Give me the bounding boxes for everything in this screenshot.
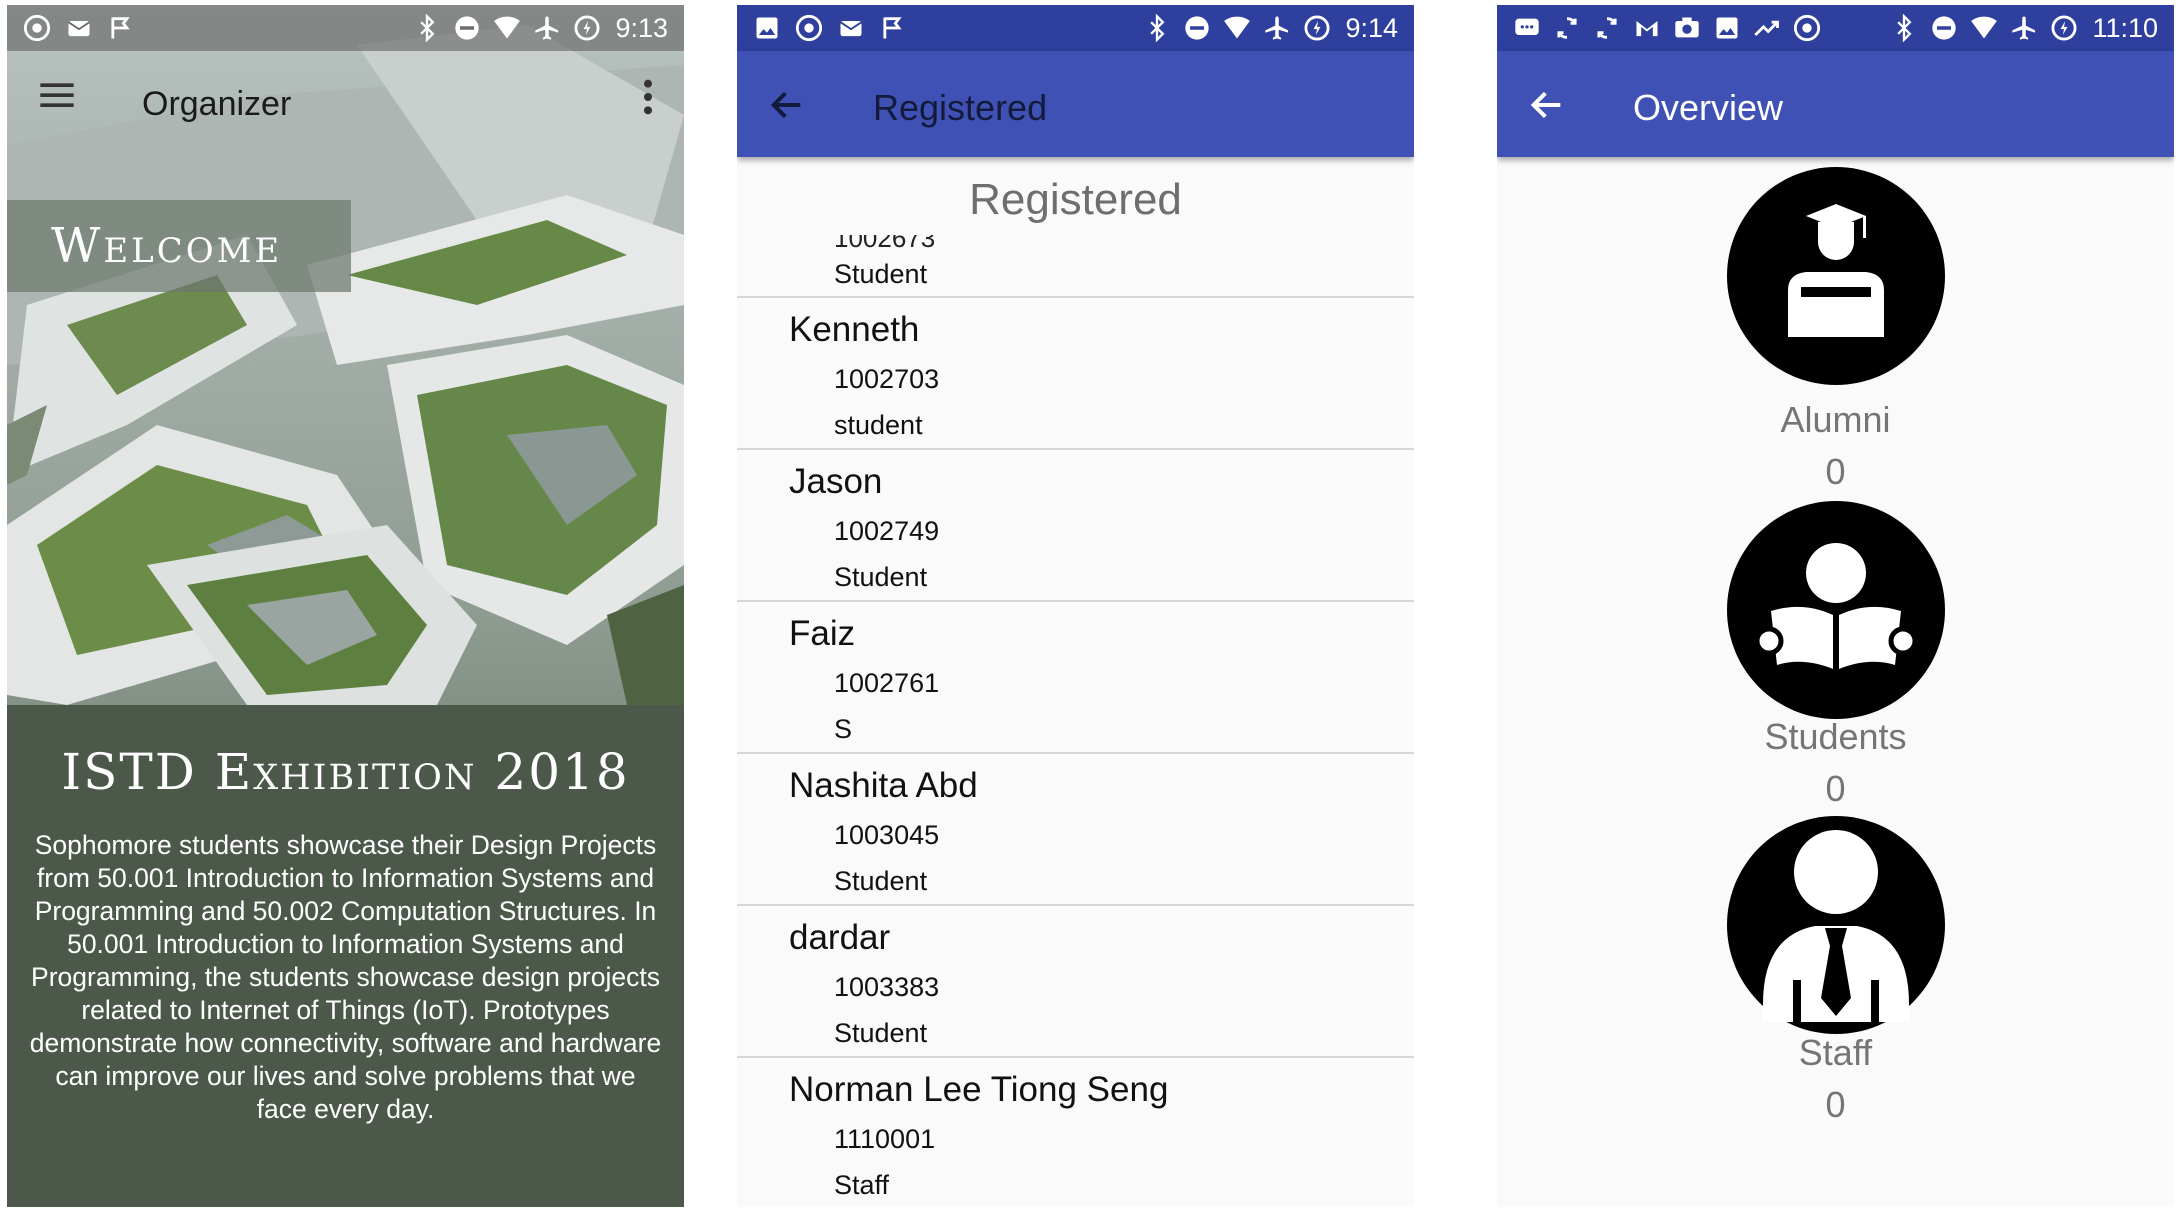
list-item-id: 1002761	[834, 668, 940, 698]
list-item[interactable]: Faiz 1002761 S	[737, 602, 1414, 754]
more-vert-icon[interactable]	[642, 77, 654, 117]
registered-heading: Registered	[737, 175, 1414, 233]
trending-icon	[1754, 20, 1779, 36]
list-item-type: Student	[834, 1018, 928, 1048]
flag-check-icon	[883, 17, 902, 39]
status-bar: 11:10	[1497, 5, 2174, 51]
menu-icon[interactable]	[37, 75, 77, 115]
category-count: 0	[1825, 1084, 1846, 1125]
flag-check-icon	[111, 17, 130, 39]
email-icon	[839, 21, 863, 37]
battery-saver-icon	[574, 15, 600, 41]
list-item-type: Staff	[834, 1170, 890, 1200]
back-arrow-icon[interactable]	[767, 85, 807, 125]
list-item[interactable]: Norman Lee Tiong Seng 1110001 Staff	[737, 1058, 1414, 1207]
email-icon	[67, 21, 91, 37]
list-item-id: 1002749	[834, 516, 940, 546]
image-icon	[1716, 17, 1738, 39]
list-item-type: student	[834, 410, 923, 440]
bluetooth-icon	[1897, 14, 1912, 42]
list-item[interactable]: Jason 1002749 Student	[737, 450, 1414, 602]
staff-tie-icon[interactable]	[1727, 816, 1945, 1034]
graduate-icon[interactable]	[1727, 167, 1945, 385]
list-item[interactable]: dardar 1003383 Student	[737, 906, 1414, 1058]
bluetooth-icon	[1150, 14, 1165, 42]
list-item[interactable]: Nashita Abd 1003045 Student	[737, 754, 1414, 906]
do-not-disturb-icon	[1932, 16, 1957, 40]
airplane-mode-icon	[535, 16, 559, 40]
welcome-screen: 9:13 Organizer Welcome ISTD Exhibition 2…	[7, 5, 684, 1207]
sync-icon	[1597, 17, 1617, 39]
registered-list[interactable]: 1002673 Student Kenneth 1002703 student …	[737, 183, 1414, 1207]
category-label: Alumni	[1780, 399, 1891, 440]
notification-app-icon	[23, 14, 51, 42]
list-item-id: 1003383	[834, 972, 940, 1002]
list-item-name: Kenneth	[789, 310, 920, 349]
student-reading-icon[interactable]	[1727, 501, 1945, 719]
status-clock: 11:10	[2092, 12, 2158, 43]
list-item-type: Student	[834, 866, 928, 896]
exhibition-description: Sophomore students showcase their Design…	[29, 830, 662, 1124]
do-not-disturb-icon	[1185, 16, 1210, 40]
exhibition-info-panel: ISTD Exhibition 2018 Sophomore students …	[7, 705, 684, 1207]
wifi-icon	[1224, 16, 1251, 39]
wifi-icon	[494, 16, 521, 39]
airplane-mode-icon	[2012, 16, 2036, 40]
category-label: Staff	[1798, 1032, 1873, 1073]
gmail-icon	[1636, 21, 1658, 37]
list-item-type: Student	[834, 259, 928, 289]
toolbar: Organizer	[7, 51, 684, 151]
wifi-icon	[1971, 16, 1998, 39]
list-item-type: Student	[834, 562, 928, 592]
toolbar-title: Organizer	[142, 85, 292, 123]
app-bar-title: Registered	[873, 87, 1048, 128]
status-clock: 9:14	[1345, 12, 1398, 43]
status-clock: 9:13	[615, 12, 668, 43]
list-item-name: Jason	[789, 462, 883, 501]
registered-screen: 9:14 Registered 1002673 Student Kenneth …	[737, 5, 1414, 1207]
status-bar: 9:14	[737, 5, 1414, 51]
status-bar: 9:13	[7, 5, 684, 51]
list-item-name: Norman Lee Tiong Seng	[789, 1070, 1169, 1109]
list-item-type: S	[834, 714, 853, 744]
airplane-mode-icon	[1265, 16, 1289, 40]
list-item[interactable]: Kenneth 1002703 student	[737, 298, 1414, 450]
back-arrow-icon[interactable]	[1527, 85, 1567, 125]
category-count: 0	[1825, 768, 1846, 809]
app-bar: Registered	[737, 51, 1414, 157]
list-item-name: dardar	[789, 918, 891, 957]
battery-saver-icon	[2051, 15, 2077, 41]
notification-app-icon	[1793, 14, 1821, 42]
message-icon	[1515, 18, 1539, 35]
bluetooth-icon	[420, 14, 435, 42]
welcome-banner: Welcome	[7, 200, 351, 292]
do-not-disturb-icon	[455, 16, 480, 40]
list-item-name: Faiz	[789, 614, 856, 653]
welcome-text: Welcome	[51, 218, 283, 274]
overview-screen: 11:10 Overview Alumni 0 Students 0 Staff…	[1497, 5, 2174, 1207]
list-item-id: 1002703	[834, 364, 940, 394]
exhibition-title: ISTD Exhibition 2018	[61, 743, 630, 801]
app-bar: Overview	[1497, 51, 2174, 157]
category-label: Students	[1764, 716, 1907, 757]
image-icon	[756, 17, 778, 39]
camera-icon	[1675, 17, 1699, 38]
list-item-name: Nashita Abd	[789, 766, 978, 805]
list-item-id: 1003045	[834, 820, 940, 850]
battery-saver-icon	[1304, 15, 1330, 41]
list-item-id: 1110001	[834, 1124, 936, 1154]
sync-icon	[1557, 17, 1577, 39]
app-bar-title: Overview	[1633, 87, 1784, 128]
notification-app-icon	[795, 14, 823, 42]
category-count: 0	[1825, 451, 1846, 492]
